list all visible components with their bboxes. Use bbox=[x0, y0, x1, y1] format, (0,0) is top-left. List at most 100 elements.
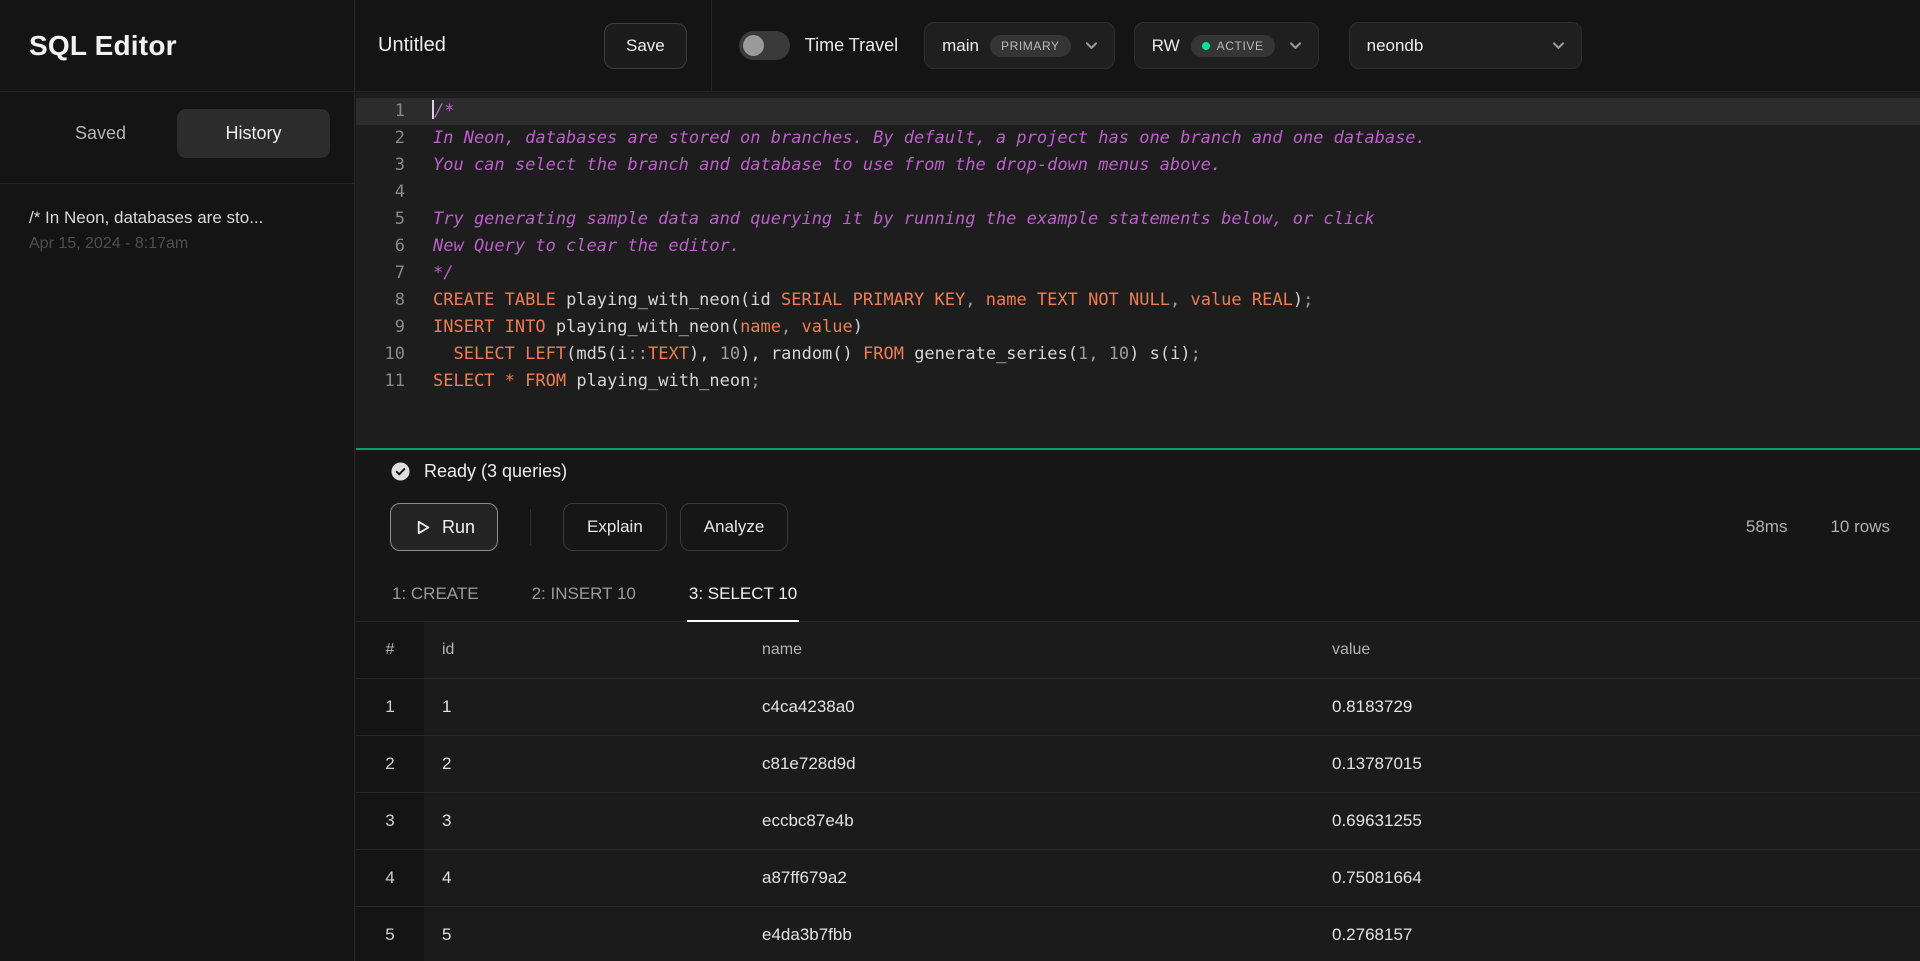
primary-badge: PRIMARY bbox=[990, 35, 1071, 57]
line-number: 9 bbox=[356, 314, 418, 341]
sidebar-tabs: SavedHistory bbox=[24, 109, 330, 158]
play-icon bbox=[413, 518, 432, 537]
table-row[interactable]: 55e4da3b7fbb0.2768157 bbox=[356, 907, 1920, 961]
table-cell: 0.13787015 bbox=[1314, 754, 1920, 774]
line-number: 8 bbox=[356, 287, 418, 314]
table-cell: e4da3b7fbb bbox=[744, 925, 1314, 945]
row-number: 2 bbox=[356, 736, 424, 792]
history-item-preview: /* In Neon, databases are sto... bbox=[29, 208, 325, 228]
code-line[interactable]: 6New Query to clear the editor. bbox=[356, 233, 1920, 260]
time-travel-label: Time Travel bbox=[805, 35, 898, 56]
code-text: INSERT INTO playing_with_neon(name, valu… bbox=[418, 314, 863, 341]
table-row[interactable]: 11c4ca4238a00.8183729 bbox=[356, 679, 1920, 736]
code-text: New Query to clear the editor. bbox=[418, 233, 740, 260]
toolbar: Untitled Save Time Travel main PRIMARY R… bbox=[356, 0, 1920, 92]
table-row[interactable]: 33eccbc87e4b0.69631255 bbox=[356, 793, 1920, 850]
toolbar-divider bbox=[711, 0, 712, 91]
status-message: Ready (3 queries) bbox=[424, 461, 567, 482]
sql-editor-app: SQL Editor SavedHistory /* In Neon, data… bbox=[0, 0, 1920, 961]
table-row[interactable]: 44a87ff679a20.75081664 bbox=[356, 850, 1920, 907]
table-cell: c81e728d9d bbox=[744, 754, 1314, 774]
table-cell: 3 bbox=[424, 811, 744, 831]
table-cell: 0.75081664 bbox=[1314, 868, 1920, 888]
history-item[interactable]: /* In Neon, databases are sto...Apr 15, … bbox=[0, 184, 354, 277]
page-title: SQL Editor bbox=[29, 30, 177, 62]
explain-button[interactable]: Explain bbox=[563, 503, 667, 551]
results-table: #idnamevalue 11c4ca4238a00.818372922c81e… bbox=[356, 622, 1920, 961]
result-tab[interactable]: 1: CREATE bbox=[390, 576, 481, 621]
table-cell: eccbc87e4b bbox=[744, 811, 1314, 831]
code-line[interactable]: 9INSERT INTO playing_with_neon(name, val… bbox=[356, 314, 1920, 341]
code-text: SELECT LEFT(md5(i::TEXT), 10), random() … bbox=[418, 341, 1201, 368]
result-tab[interactable]: 2: INSERT 10 bbox=[530, 576, 638, 621]
active-status-dot bbox=[1202, 42, 1210, 50]
line-number: 7 bbox=[356, 260, 418, 287]
table-row[interactable]: 22c81e728d9d0.13787015 bbox=[356, 736, 1920, 793]
result-row-count: 10 rows bbox=[1830, 517, 1890, 537]
code-text: /* bbox=[418, 98, 454, 125]
check-circle-icon bbox=[390, 461, 411, 482]
column-header: id bbox=[424, 641, 744, 659]
line-number: 1 bbox=[356, 98, 418, 125]
time-travel-toggle[interactable] bbox=[739, 31, 790, 60]
status-bar: Ready (3 queries) bbox=[356, 450, 1920, 482]
branch-name: main bbox=[942, 36, 979, 56]
code-line[interactable]: 4 bbox=[356, 179, 1920, 206]
sidebar-tab-history[interactable]: History bbox=[177, 109, 330, 158]
lower-panel: Ready (3 queries) Run Explain Analyze 58… bbox=[356, 450, 1920, 961]
code-line[interactable]: 5Try generating sample data and querying… bbox=[356, 206, 1920, 233]
result-tab[interactable]: 3: SELECT 10 bbox=[687, 576, 799, 621]
query-title[interactable]: Untitled bbox=[378, 34, 583, 57]
sidebar-header: SQL Editor bbox=[0, 0, 354, 92]
code-line[interactable]: 2In Neon, databases are stored on branch… bbox=[356, 125, 1920, 152]
compute-selector[interactable]: RW ACTIVE bbox=[1134, 22, 1319, 69]
analyze-button[interactable]: Analyze bbox=[680, 503, 788, 551]
line-number: 5 bbox=[356, 206, 418, 233]
toggle-knob bbox=[743, 35, 764, 56]
result-tabs: 1: CREATE 2: INSERT 10 3: SELECT 10 bbox=[356, 576, 1920, 622]
chevron-down-icon bbox=[1549, 36, 1568, 55]
line-number: 10 bbox=[356, 341, 418, 368]
table-cell: 0.69631255 bbox=[1314, 811, 1920, 831]
line-number: 6 bbox=[356, 233, 418, 260]
table-cell: 1 bbox=[424, 697, 744, 717]
code-text: */ bbox=[418, 260, 453, 287]
run-button[interactable]: Run bbox=[390, 503, 498, 551]
row-number: 1 bbox=[356, 679, 424, 735]
code-editor[interactable]: 1/*2In Neon, databases are stored on bra… bbox=[356, 93, 1920, 448]
compute-name: RW bbox=[1152, 36, 1180, 56]
branch-selector[interactable]: main PRIMARY bbox=[924, 22, 1115, 69]
table-cell: c4ca4238a0 bbox=[744, 697, 1314, 717]
line-number: 4 bbox=[356, 179, 418, 206]
chevron-down-icon bbox=[1286, 36, 1305, 55]
run-label: Run bbox=[442, 517, 475, 538]
save-button[interactable]: Save bbox=[604, 23, 687, 69]
table-cell: 4 bbox=[424, 868, 744, 888]
table-cell: 0.8183729 bbox=[1314, 697, 1920, 717]
results-body: 11c4ca4238a00.818372922c81e728d9d0.13787… bbox=[356, 679, 1920, 961]
table-cell: 2 bbox=[424, 754, 744, 774]
code-line[interactable]: 8CREATE TABLE playing_with_neon(id SERIA… bbox=[356, 287, 1920, 314]
table-cell: a87ff679a2 bbox=[744, 868, 1314, 888]
active-badge-label: ACTIVE bbox=[1217, 39, 1264, 53]
code-line[interactable]: 1/* bbox=[356, 98, 1920, 125]
column-header: name bbox=[744, 641, 1314, 659]
row-number: 3 bbox=[356, 793, 424, 849]
editor-lines: 1/*2In Neon, databases are stored on bra… bbox=[356, 98, 1920, 395]
code-line[interactable]: 3You can select the branch and database … bbox=[356, 152, 1920, 179]
line-number: 2 bbox=[356, 125, 418, 152]
code-text bbox=[418, 179, 433, 206]
code-line[interactable]: 7*/ bbox=[356, 260, 1920, 287]
active-badge: ACTIVE bbox=[1191, 35, 1275, 57]
code-line[interactable]: 11SELECT * FROM playing_with_neon; bbox=[356, 368, 1920, 395]
editor-results-divider bbox=[356, 448, 1920, 450]
row-number: 5 bbox=[356, 907, 424, 961]
database-selector[interactable]: neondb bbox=[1349, 22, 1582, 69]
actions-divider bbox=[530, 509, 531, 545]
code-text: In Neon, databases are stored on branche… bbox=[418, 125, 1426, 152]
code-line[interactable]: 10 SELECT LEFT(md5(i::TEXT), 10), random… bbox=[356, 341, 1920, 368]
code-text: Try generating sample data and querying … bbox=[418, 206, 1375, 233]
table-cell: 0.2768157 bbox=[1314, 925, 1920, 945]
table-cell: 5 bbox=[424, 925, 744, 945]
sidebar-tab-saved[interactable]: Saved bbox=[24, 109, 177, 158]
